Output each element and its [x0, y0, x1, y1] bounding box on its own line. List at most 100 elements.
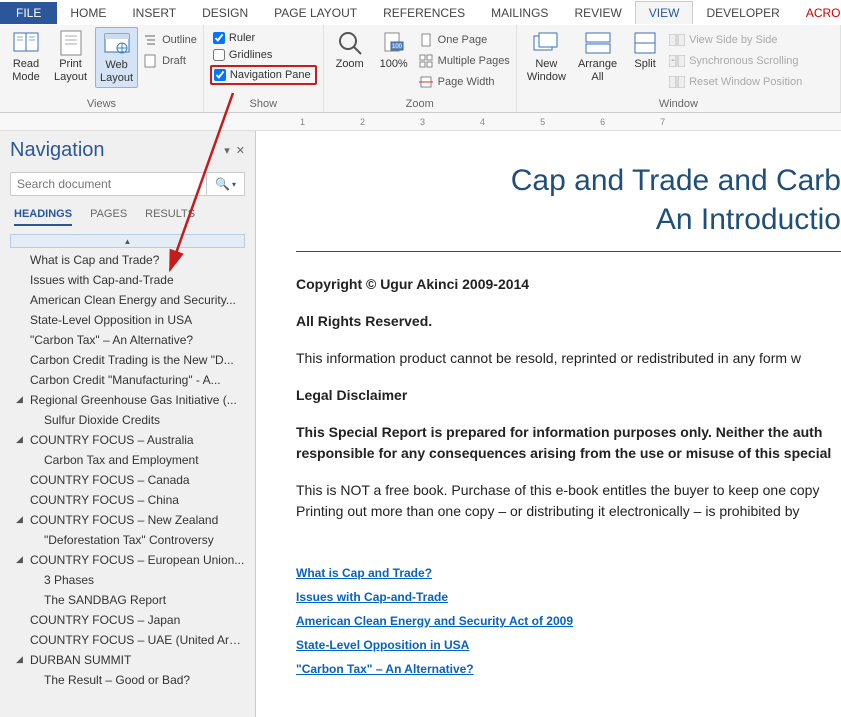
new-window-button[interactable]: New Window [523, 27, 570, 86]
page-width-icon [418, 74, 434, 90]
toc-link[interactable]: What is Cap and Trade? [296, 566, 432, 580]
tab-developer[interactable]: DEVELOPER [693, 2, 792, 24]
read-mode-button[interactable]: Read Mode [6, 27, 46, 86]
one-page-button[interactable]: One Page [418, 31, 510, 49]
nav-heading-item[interactable]: ◢DURBAN SUMMIT [10, 650, 245, 670]
nav-heading-item[interactable]: Carbon Credit "Manufacturing" - A... [10, 370, 245, 390]
search-button[interactable]: 🔍▾ [207, 172, 245, 196]
ribbon: Read Mode Print Layout Web Layout Outlin… [0, 25, 841, 113]
nav-heading-item[interactable]: American Clean Energy and Security... [10, 290, 245, 310]
nav-heading-item[interactable]: State-Level Opposition in USA [10, 310, 245, 330]
ribbon-tab-bar: FILE HOME INSERT DESIGN PAGE LAYOUT REFE… [0, 0, 841, 25]
ruler-checkbox[interactable]: Ruler [210, 31, 317, 45]
tab-view[interactable]: VIEW [635, 1, 694, 24]
web-layout-label: Web Layout [100, 59, 133, 85]
tab-references[interactable]: REFERENCES [370, 2, 478, 24]
nav-heading-item[interactable]: COUNTRY FOCUS – Japan [10, 610, 245, 630]
nav-heading-item[interactable]: What is Cap and Trade? [10, 250, 245, 270]
nav-heading-item[interactable]: 3 Phases [10, 570, 245, 590]
nav-dropdown-icon[interactable]: ▾ [224, 144, 230, 157]
web-layout-icon [103, 30, 131, 58]
nav-heading-item[interactable]: COUNTRY FOCUS – China [10, 490, 245, 510]
toc-link[interactable]: Issues with Cap-and-Trade [296, 590, 448, 604]
disclaimer-heading: Legal Disclaimer [296, 385, 841, 406]
tab-home[interactable]: HOME [57, 2, 119, 24]
side-by-side-icon [669, 32, 685, 48]
caret-icon[interactable]: ◢ [16, 394, 23, 405]
tab-acrobat[interactable]: ACROBAT [793, 2, 841, 24]
sync-scroll-button: Synchronous Scrolling [669, 52, 802, 70]
zoom-icon [336, 29, 364, 57]
tab-mailings[interactable]: MAILINGS [478, 2, 561, 24]
read-mode-icon [12, 29, 40, 57]
arrange-all-label: Arrange All [578, 58, 617, 84]
navigation-pane-checkbox[interactable]: Navigation Pane [210, 65, 317, 85]
multi-pages-icon [418, 53, 434, 69]
print-layout-label: Print Layout [54, 58, 87, 84]
nav-heading-item[interactable]: The Result – Good or Bad? [10, 670, 245, 690]
tab-review[interactable]: REVIEW [561, 2, 634, 24]
horizontal-ruler: 1 2 3 4 5 6 7 [0, 113, 841, 131]
new-window-icon [532, 29, 560, 57]
nav-heading-item[interactable]: Issues with Cap-and-Trade [10, 270, 245, 290]
nav-heading-item[interactable]: ◢COUNTRY FOCUS – Australia [10, 430, 245, 450]
page-width-button[interactable]: Page Width [418, 73, 510, 91]
document-body[interactable]: Cap and Trade and CarbAn Introductio Cop… [256, 131, 841, 717]
ribbon-group-zoom: Zoom 100 100% One Page Multiple Pages Pa… [324, 25, 517, 112]
draft-icon [142, 53, 158, 69]
navigation-title: Navigation ▾ ✕ [10, 139, 245, 162]
toc-link[interactable]: State-Level Opposition in USA [296, 638, 469, 652]
search-input[interactable] [10, 172, 207, 196]
toc-link[interactable]: American Clean Energy and Security Act o… [296, 614, 573, 628]
caret-icon[interactable]: ◢ [16, 434, 23, 445]
zoom-100-button[interactable]: 100 100% [374, 27, 414, 73]
nav-search: 🔍▾ [10, 172, 245, 196]
arrange-all-icon [584, 29, 612, 57]
print-layout-button[interactable]: Print Layout [50, 27, 91, 86]
outline-button[interactable]: Outline [142, 31, 197, 49]
caret-icon[interactable]: ◢ [16, 514, 23, 525]
outline-icon [142, 32, 158, 48]
nav-heading-item[interactable]: Carbon Tax and Employment [10, 450, 245, 470]
web-layout-button[interactable]: Web Layout [95, 27, 138, 88]
nav-heading-item[interactable]: "Deforestation Tax" Controversy [10, 530, 245, 550]
disclaimer-body: This Special Report is prepared for info… [296, 422, 841, 464]
ribbon-group-window: New Window Arrange All Split View Side b… [517, 25, 841, 112]
nav-tab-results[interactable]: RESULTS [145, 208, 195, 226]
draft-button[interactable]: Draft [142, 52, 197, 70]
caret-icon[interactable]: ◢ [16, 654, 23, 665]
nav-heading-item[interactable]: ◢COUNTRY FOCUS – European Union... [10, 550, 245, 570]
window-group-label: Window [523, 98, 834, 111]
navigation-pane: Navigation ▾ ✕ 🔍▾ HEADINGS PAGES RESULTS… [0, 131, 256, 717]
tab-insert[interactable]: INSERT [119, 2, 189, 24]
nav-tab-pages[interactable]: PAGES [90, 208, 127, 226]
main-area: Navigation ▾ ✕ 🔍▾ HEADINGS PAGES RESULTS… [0, 131, 841, 717]
nav-heading-item[interactable]: COUNTRY FOCUS – UAE (United Ara... [10, 630, 245, 650]
title-rule [296, 251, 841, 252]
arrange-all-button[interactable]: Arrange All [574, 27, 621, 86]
caret-icon[interactable]: ◢ [16, 554, 23, 565]
nav-heading-item[interactable]: COUNTRY FOCUS – Canada [10, 470, 245, 490]
multiple-pages-button[interactable]: Multiple Pages [418, 52, 510, 70]
toc-link[interactable]: "Carbon Tax" – An Alternative? [296, 662, 474, 676]
gridlines-checkbox[interactable]: Gridlines [210, 48, 317, 62]
print-layout-icon [57, 29, 85, 57]
nav-tab-headings[interactable]: HEADINGS [14, 208, 72, 226]
nav-heading-item[interactable]: ◢Regional Greenhouse Gas Initiative (... [10, 390, 245, 410]
nav-heading-item[interactable]: "Carbon Tax" – An Alternative? [10, 330, 245, 350]
tab-file[interactable]: FILE [0, 2, 57, 24]
tab-page-layout[interactable]: PAGE LAYOUT [261, 2, 370, 24]
split-label: Split [634, 58, 655, 71]
nav-heading-item[interactable]: Carbon Credit Trading is the New "D... [10, 350, 245, 370]
zoom-100-label: 100% [380, 58, 408, 71]
split-button[interactable]: Split [625, 27, 665, 73]
nav-heading-item[interactable]: ◢COUNTRY FOCUS – New Zealand [10, 510, 245, 530]
ribbon-group-show: Ruler Gridlines Navigation Pane Show [204, 25, 324, 112]
nav-heading-item[interactable]: Sulfur Dioxide Credits [10, 410, 245, 430]
zoom-button[interactable]: Zoom [330, 27, 370, 73]
tab-design[interactable]: DESIGN [189, 2, 261, 24]
nav-close-icon[interactable]: ✕ [236, 144, 245, 157]
split-icon [631, 29, 659, 57]
nav-heading-item[interactable]: The SANDBAG Report [10, 590, 245, 610]
nav-collapse-bar[interactable]: ▲ [10, 234, 245, 248]
